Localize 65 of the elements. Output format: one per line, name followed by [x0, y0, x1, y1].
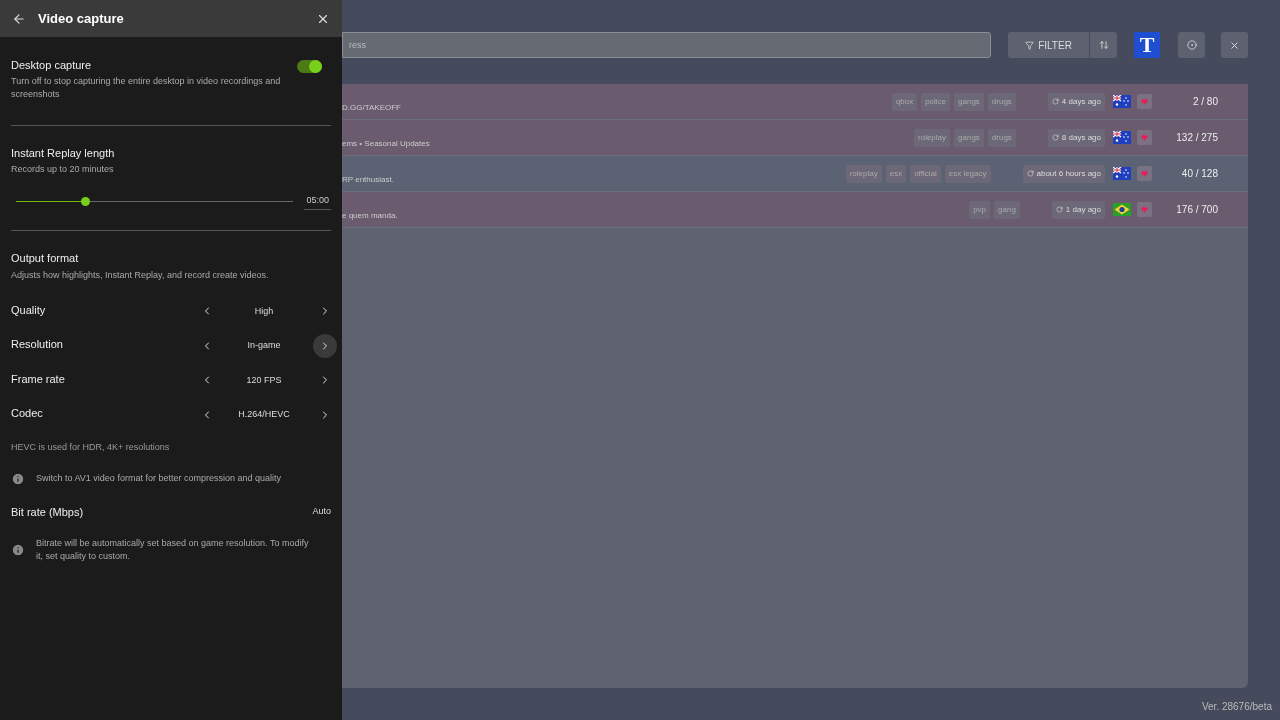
close-icon — [1229, 39, 1240, 51]
server-description: D.GG/TAKEOFF — [342, 101, 402, 114]
setting-value: H.264/HEVC — [237, 408, 291, 421]
heart-icon — [1141, 134, 1148, 141]
info-icon — [11, 543, 25, 557]
player-count: 132 / 275 — [1175, 131, 1218, 145]
info-icon — [11, 471, 25, 486]
tag: official — [910, 164, 941, 183]
updated-badge: 4 days ago — [1047, 92, 1105, 111]
updated-badge: 8 days ago — [1047, 128, 1105, 147]
search-field[interactable]: ress — [342, 32, 991, 58]
setting-value: In-game — [246, 339, 282, 352]
setting-label: Resolution — [11, 337, 64, 352]
codec-note: HEVC is used for HDR, 4K+ resolutions — [11, 441, 171, 454]
info-text: Bitrate will be automatically set based on game resolution. To modify it, set quality to custom. — [36, 537, 310, 563]
server-description: RP enthusiast. — [342, 173, 395, 186]
updated-badge: 1 day ago — [1051, 200, 1105, 219]
profile-badge[interactable]: T — [1134, 32, 1160, 58]
back-button[interactable] — [12, 11, 26, 26]
setting-label: Bit rate (Mbps) — [11, 504, 85, 520]
flag-icon — [1113, 95, 1131, 108]
player-count: 40 / 128 — [1180, 167, 1218, 181]
slider-value: 05:00 — [304, 193, 331, 210]
sort-icon — [1098, 40, 1109, 50]
settings-button[interactable] — [1178, 32, 1205, 58]
tag: roleplay — [845, 164, 882, 183]
heart-icon — [1141, 206, 1148, 213]
panel-title: Video capture — [38, 9, 125, 28]
player-count: 176 / 700 — [1175, 203, 1218, 217]
refresh-icon — [1055, 206, 1063, 213]
setting-description: Records up to 20 minutes — [11, 163, 115, 176]
filter-button[interactable]: FILTER — [1008, 32, 1089, 58]
filter-icon — [1025, 40, 1035, 50]
setting-label: Codec — [11, 406, 44, 421]
refresh-icon — [1051, 98, 1059, 105]
setting-label: Frame rate — [11, 371, 66, 387]
player-count: 2 / 80 — [1191, 95, 1218, 109]
tag: pvp — [969, 200, 991, 219]
toggle-switch[interactable] — [297, 60, 322, 73]
settings-icon — [1186, 40, 1197, 50]
sort-button[interactable] — [1090, 32, 1117, 58]
server-description: ems • Seasonal Updates — [342, 137, 431, 150]
slider-thumb[interactable] — [81, 197, 91, 207]
setting-value: 120 FPS — [245, 373, 283, 387]
setting-description: Adjusts how highlights, Instant Replay, and record create videos. — [11, 268, 270, 282]
flag-icon — [1113, 167, 1131, 180]
setting-description: Turn off to stop capturing the entire desktop in video recordings and screenshots — [11, 74, 282, 101]
heart-icon — [1141, 170, 1148, 177]
version-label: Ver. 28676/beta — [1201, 700, 1272, 714]
setting-value: High — [253, 304, 275, 318]
server-description: e quem manda. — [342, 209, 399, 222]
setting-label: Instant Replay length — [11, 145, 116, 161]
refresh-icon — [1026, 170, 1034, 177]
updated-badge: about 6 hours ago — [1022, 164, 1105, 183]
setting-label: Desktop capture — [11, 58, 92, 73]
setting-label: Output format — [11, 251, 80, 266]
info-text: Switch to AV1 video format for better compression and quality — [36, 471, 281, 485]
heart-icon — [1141, 98, 1148, 105]
setting-value: Auto — [312, 505, 331, 518]
flag-icon — [1113, 203, 1131, 216]
flag-icon — [1113, 131, 1131, 144]
setting-label: Quality — [11, 302, 47, 318]
back-icon — [12, 11, 26, 26]
next-button[interactable] — [313, 333, 337, 358]
refresh-icon — [1051, 134, 1059, 141]
